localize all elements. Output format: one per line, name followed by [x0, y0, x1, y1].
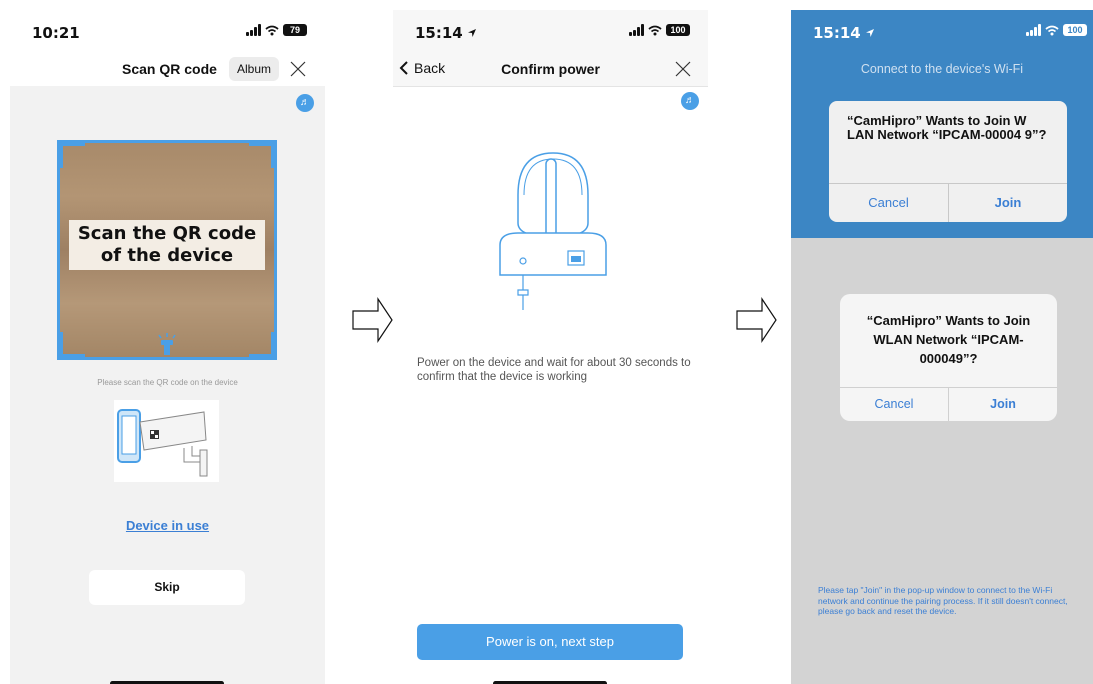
- join-wifi-alert-small: “CamHipro” Wants to Join W LAN Network “…: [829, 101, 1067, 222]
- pairing-instructions: Please tap "Join" in the pop-up window t…: [818, 585, 1068, 616]
- wifi-icon: [648, 25, 662, 35]
- status-bar: 15:14 100: [393, 10, 708, 54]
- battery-level: 100: [670, 25, 686, 35]
- alert-join-button[interactable]: Join: [949, 184, 1067, 222]
- status-time: 15:14: [813, 24, 875, 42]
- scan-corner: [57, 140, 85, 168]
- right-arrow-icon: [736, 297, 777, 343]
- overlay-line-2: of the device: [100, 245, 234, 266]
- join-wifi-alert: “CamHipro” Wants to Join WLAN Network “I…: [840, 294, 1057, 421]
- status-time-text: 15:14: [415, 24, 463, 42]
- device-scan-illustration: [114, 400, 219, 482]
- speaker-icon[interactable]: ♬: [296, 94, 314, 112]
- wifi-icon: [265, 25, 279, 35]
- status-time: 15:14: [415, 24, 477, 42]
- nav-bar: Back Confirm power: [393, 54, 708, 87]
- next-step-button[interactable]: Power is on, next step: [417, 624, 683, 660]
- scan-hint: Please scan the QR code on the device: [97, 378, 238, 387]
- status-icons: 100: [1026, 24, 1087, 36]
- nav-bar: Scan QR code Album: [10, 54, 325, 86]
- device-in-use-link[interactable]: Device in use: [10, 518, 325, 533]
- speaker-icon[interactable]: ♬: [681, 92, 699, 110]
- page-title: Scan QR code: [122, 61, 217, 77]
- close-icon[interactable]: [675, 61, 691, 77]
- location-arrow-icon: [467, 29, 476, 37]
- scan-corner: [249, 332, 277, 360]
- scan-corner: [249, 140, 277, 168]
- signal-icon: [1026, 24, 1041, 36]
- screen-confirm-power: 15:14 100 Back Confirm power ♬ Power on …: [393, 10, 708, 684]
- album-button[interactable]: Album: [229, 57, 279, 81]
- status-time-text: 15:14: [813, 24, 861, 42]
- status-time: 10:21: [32, 24, 80, 42]
- connect-header: Connect to the device's Wi-Fi: [860, 62, 1024, 76]
- overlay-line-1: Scan the QR code: [77, 223, 257, 244]
- alert-cancel-button[interactable]: Cancel: [840, 388, 948, 421]
- alert-message: “CamHipro” Wants to Join W LAN Network “…: [847, 113, 1047, 142]
- screen-connect-wifi: 15:14 100 Connect to the device's Wi-Fi …: [791, 10, 1093, 684]
- scan-corner: [57, 332, 85, 360]
- battery-icon: 100: [1063, 24, 1087, 36]
- alert-message: “CamHipro” Wants to Join WLAN Network “I…: [866, 313, 1031, 366]
- status-bar: 10:21 79: [10, 10, 325, 54]
- status-icons: 79: [246, 24, 307, 36]
- screen-scan-qr: 10:21 79 Scan QR code Album ♬ Scan the Q…: [10, 10, 325, 684]
- battery-icon: 100: [666, 24, 690, 36]
- location-arrow-icon: [865, 29, 874, 37]
- wifi-icon: [1045, 25, 1059, 35]
- close-icon[interactable]: [290, 61, 306, 77]
- scan-frame: Scan the QR code of the device: [57, 140, 277, 360]
- battery-level: 79: [289, 25, 300, 35]
- alert-join-button[interactable]: Join: [949, 388, 1057, 421]
- battery-icon: 79: [283, 24, 307, 36]
- alert-cancel-button[interactable]: Cancel: [829, 184, 948, 222]
- right-arrow-icon: [352, 297, 393, 343]
- status-icons: 100: [629, 24, 690, 36]
- scan-overlay-label: Scan the QR code of the device: [69, 220, 265, 270]
- signal-icon: [629, 24, 644, 36]
- status-bar: 15:14 100: [791, 10, 1093, 54]
- flashlight-icon[interactable]: [156, 333, 178, 355]
- power-instruction: Power on the device and wait for about 3…: [417, 357, 691, 383]
- signal-icon: [246, 24, 261, 36]
- camera-illustration: [499, 152, 607, 310]
- battery-level: 100: [1067, 25, 1083, 35]
- page-title: Confirm power: [501, 61, 600, 77]
- skip-button[interactable]: Skip: [89, 570, 245, 605]
